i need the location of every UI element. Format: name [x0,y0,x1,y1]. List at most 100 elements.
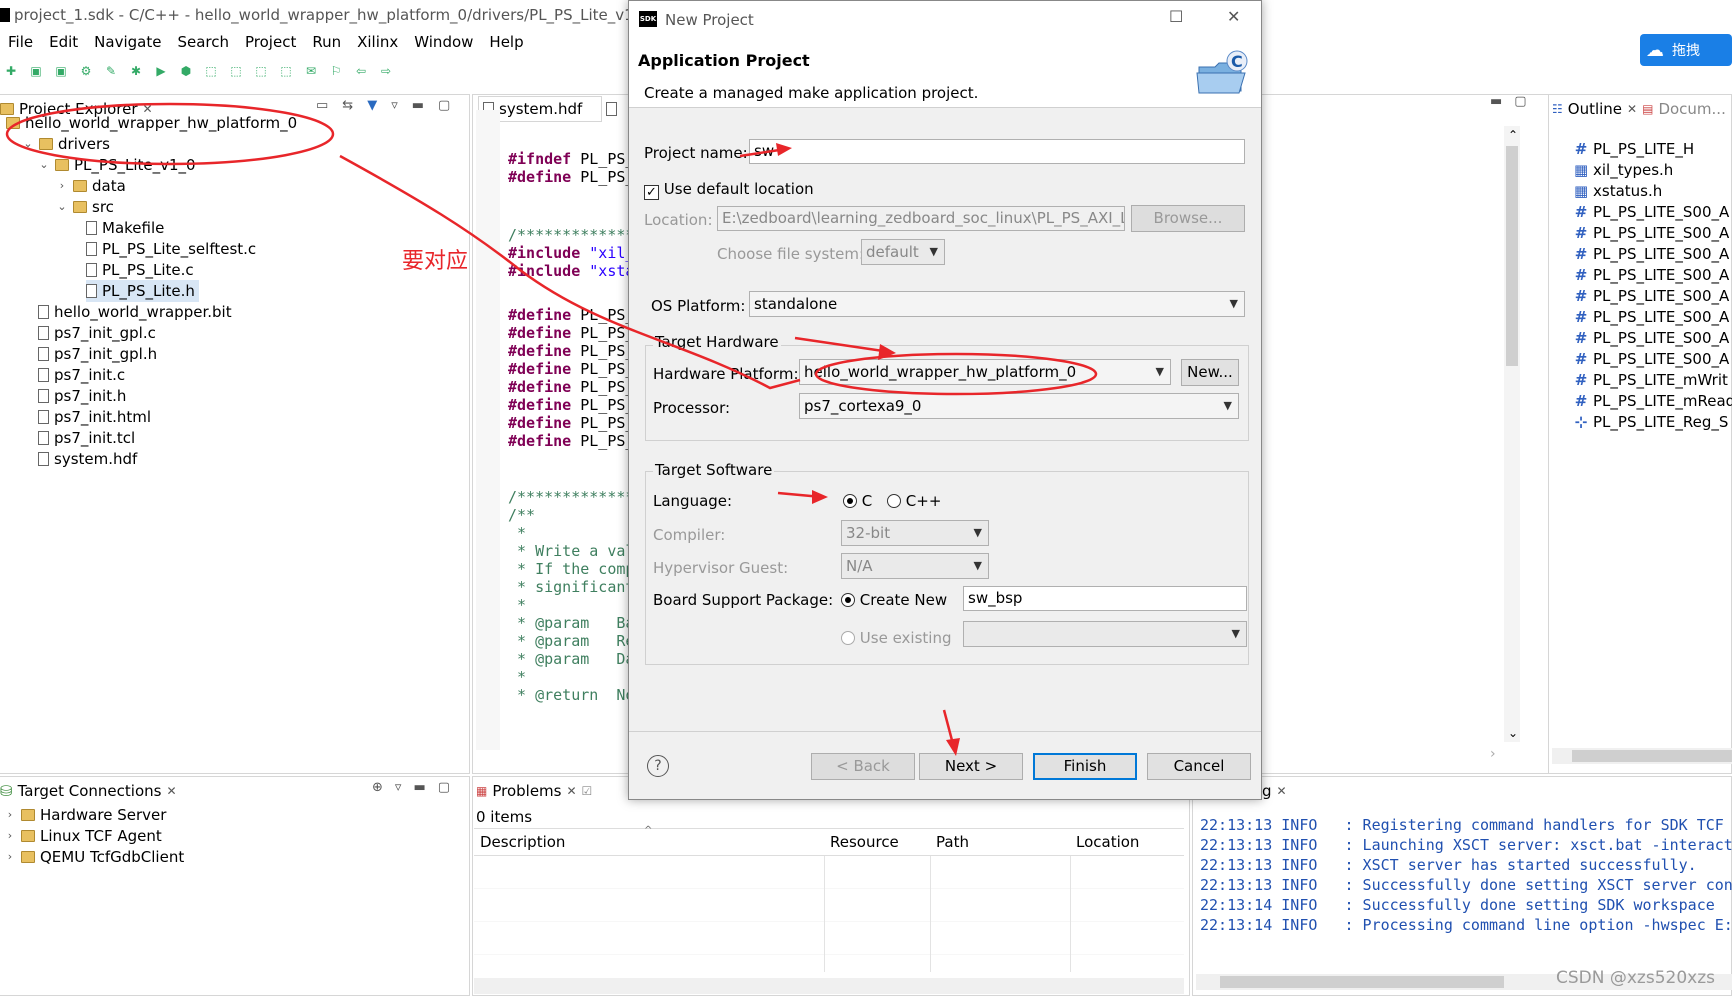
outline-item[interactable]: # PL_PS_LITE_S00_A [1574,201,1730,223]
scroll-right-icon[interactable]: › [1490,746,1496,762]
close-icon[interactable]: ✕ [1277,784,1287,798]
outline-item[interactable]: ▦ xstatus.h [1574,180,1662,202]
target-connection-item[interactable]: › Hardware Server [4,804,167,826]
tab-outline[interactable]: ☷ Outline ✕ ▤ Docum... [1552,96,1732,122]
browse-button[interactable]: Browse... [1131,205,1245,232]
menu-help[interactable]: Help [481,30,531,54]
editor-vertical-scrollbar[interactable] [1504,126,1520,742]
outline-item[interactable]: # PL_PS_LITE_S00_A [1574,264,1730,286]
tree-item[interactable]: system.hdf [38,448,137,470]
view-menu-icon[interactable]: ▿ [395,780,402,795]
outline-item[interactable]: # PL_PS_LITE_S00_A [1574,285,1730,307]
outline-item[interactable]: # PL_PS_LITE_H [1574,138,1694,160]
edit-icon[interactable]: ✎ [102,62,120,80]
help-icon[interactable]: ? [647,755,669,777]
new-hardware-platform-button[interactable]: New... [1181,359,1239,386]
tree-item[interactable]: ps7_init.h [38,385,126,407]
maximize-icon[interactable]: ☐ [1169,7,1183,26]
outline-item[interactable]: # PL_PS_LITE_S00_A [1574,306,1730,328]
scroll-down-icon[interactable]: ⌄ [1508,726,1518,740]
menu-edit[interactable]: Edit [41,30,86,54]
finish-button[interactable]: Finish [1033,753,1137,780]
chevron-down-icon[interactable]: ⌄ [38,154,50,176]
outline-item[interactable]: ▦ xil_types.h [1574,159,1673,181]
outline-item[interactable]: # PL_PS_LITE_S00_A [1574,348,1730,370]
scroll-up-icon[interactable]: ⌃ [1508,128,1518,142]
maximize-icon[interactable]: ▢ [1514,94,1526,109]
tree-item[interactable]: PL_PS_Lite.c [86,259,194,281]
tree-item[interactable]: PL_PS_Lite_selftest.c [86,238,256,260]
menu-window[interactable]: Window [406,30,481,54]
tree-item[interactable]: ps7_init.c [38,364,125,386]
menu-run[interactable]: Run [304,30,349,54]
column-header[interactable]: Path [936,833,969,851]
scrollbar-thumb[interactable] [1572,750,1732,762]
chevron-right-icon[interactable]: › [4,846,16,868]
tab-log[interactable]: g ✕ [1262,778,1302,804]
outline-item[interactable]: # PL_PS_LITE_mWrit [1574,369,1728,391]
chevron-down-icon[interactable]: ⌄ [22,133,34,155]
column-header[interactable]: Resource [830,833,899,851]
tab-documents[interactable]: Docum... [1658,100,1725,118]
mail-icon[interactable]: ✉ [302,62,320,80]
target-connection-item[interactable]: › Linux TCF Agent [4,825,162,847]
tree-item[interactable]: ps7_init_gpl.h [38,343,157,365]
menu-file[interactable]: File [0,30,41,54]
save-icon[interactable]: ▣ [27,62,45,80]
console-icon[interactable]: ⬚ [252,62,270,80]
outline-item[interactable]: # PL_PS_LITE_S00_A [1574,243,1730,265]
xsct-icon[interactable]: ⬚ [277,62,295,80]
target-icon[interactable]: ⬢ [177,62,195,80]
tree-item[interactable]: ⌄ src [56,196,114,218]
tree-item[interactable]: ps7_init.tcl [38,427,135,449]
new-connection-icon[interactable]: ⊕ [372,780,383,795]
column-header[interactable]: Description [480,833,565,851]
debug-icon[interactable]: ✱ [127,62,145,80]
scrollbar-thumb[interactable] [1220,976,1504,988]
tree-item[interactable]: hello_world_wrapper_hw_platform_0 [6,112,297,134]
tree-item[interactable]: PL_PS_Lite.h [86,280,199,302]
tree-item[interactable]: ⌄ drivers [22,133,110,155]
tree-item[interactable]: Makefile [86,217,164,239]
tree-item[interactable]: ps7_init_gpl.c [38,322,156,344]
menu-project[interactable]: Project [237,30,304,54]
compiler-select[interactable]: 32-bit ▼ [841,520,989,546]
bsp-use-existing-radio[interactable]: Use existing [841,629,951,647]
location-input[interactable]: E:\zedboard\learning_zedboard_soc_linux\… [717,206,1125,231]
os-platform-select[interactable]: standalone ▼ [749,291,1245,317]
file-system-select[interactable]: default ▼ [861,239,945,265]
close-icon[interactable]: ✕ [1627,102,1637,116]
column-header[interactable]: Location [1076,833,1139,851]
problems-horizontal-scrollbar[interactable] [474,978,1184,994]
processor-select[interactable]: ps7_cortexa9_0 ▼ [799,393,1239,419]
outline-item[interactable]: # PL_PS_LITE_mRead [1574,390,1732,412]
tree-item[interactable]: hello_world_wrapper.bit [38,301,232,323]
existing-bsp-select[interactable]: ▼ [963,621,1247,647]
maximize-icon[interactable]: ▢ [438,98,450,113]
close-icon[interactable]: ✕ [1227,7,1240,26]
cloud-drag-button[interactable]: ☁ 拖拽 [1640,34,1732,66]
cancel-button[interactable]: Cancel [1147,753,1251,780]
back-icon[interactable]: ⇦ [352,62,370,80]
program-fpga-icon[interactable]: ⬚ [202,62,220,80]
bsp-name-input[interactable]: sw_bsp [963,586,1247,611]
tab-target-connections[interactable]: ⛁ Target Connections ✕ [0,778,190,804]
tree-item[interactable]: ⌄ PL_PS_Lite_v1_0 [38,154,195,176]
filter-icon[interactable]: ▼ [367,98,377,113]
bsp-create-new-radio[interactable]: Create New [841,591,947,609]
build-icon[interactable]: ⚙ [77,62,95,80]
minimize-icon[interactable]: ▬ [413,780,425,795]
close-icon[interactable]: ✕ [566,784,576,798]
view-menu-icon[interactable]: ▿ [391,98,398,113]
terminal-icon[interactable]: ⬚ [227,62,245,80]
outline-horizontal-scrollbar[interactable] [1552,748,1732,764]
chevron-right-icon[interactable]: › [4,804,16,826]
run-icon[interactable]: ▶ [152,62,170,80]
target-connection-item[interactable]: › QEMU TcfGdbClient [4,846,184,868]
language-cpp-radio[interactable]: C++ [887,492,941,510]
outline-item[interactable]: # PL_PS_LITE_S00_A [1574,222,1730,244]
maximize-icon[interactable]: ▢ [438,780,450,795]
minimize-icon[interactable]: ▬ [412,98,424,113]
menu-xilinx[interactable]: Xilinx [349,30,406,54]
minimize-icon[interactable]: ▬ [1490,94,1502,109]
